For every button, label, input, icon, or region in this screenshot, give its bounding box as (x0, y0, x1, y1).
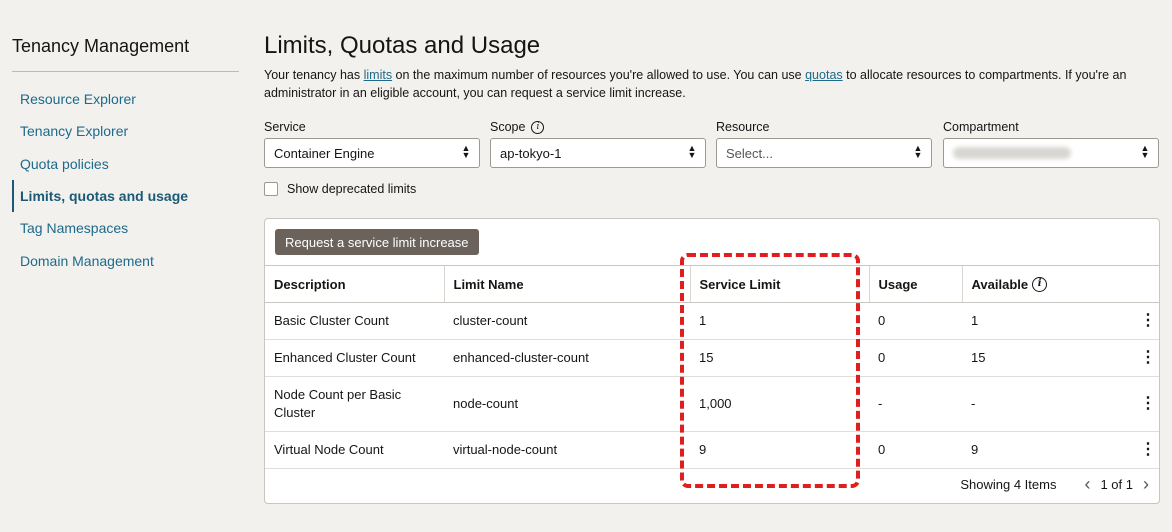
row-actions-kebab-icon[interactable]: ⋮ (1137, 339, 1159, 377)
col-header-usage[interactable]: Usage (868, 265, 962, 303)
request-limit-increase-button[interactable]: Request a service limit increase (275, 229, 479, 255)
sidebar: Tenancy Management Resource Explorer Ten… (0, 0, 240, 532)
show-deprecated-label: Show deprecated limits (287, 182, 417, 196)
compartment-field: Compartment ▲ ▼ (943, 118, 1159, 168)
page-indicator: 1 of 1 (1100, 476, 1133, 492)
previous-page-icon[interactable]: ‹ (1084, 475, 1090, 493)
sidebar-item-limits-quotas-usage[interactable]: Limits, quotas and usage (12, 180, 240, 212)
sidebar-item-domain-management[interactable]: Domain Management (12, 245, 240, 277)
next-page-icon[interactable]: › (1143, 475, 1149, 493)
service-select[interactable]: Container Engine ▲ ▼ (264, 138, 480, 168)
col-header-limit-name[interactable]: Limit Name (443, 265, 690, 303)
info-icon[interactable]: i (1032, 276, 1048, 292)
scope-label-text: Scope (490, 120, 526, 134)
service-limit-highlight-box (680, 253, 860, 488)
resource-select[interactable]: Select... ▲ ▼ (716, 138, 932, 168)
sidebar-item-quota-policies[interactable]: Quota policies (12, 148, 240, 180)
resource-label: Resource (716, 118, 932, 136)
scope-select[interactable]: ap-tokyo-1 ▲ ▼ (490, 138, 706, 168)
show-deprecated-checkbox[interactable] (264, 182, 278, 196)
chevron-updown-icon: ▲ ▼ (913, 143, 923, 160)
cell-usage: 0 (869, 339, 962, 377)
row-actions-kebab-icon[interactable]: ⋮ (1137, 431, 1159, 469)
available-header-content: Available i (972, 266, 1138, 302)
sidebar-title: Tenancy Management (12, 36, 190, 56)
quotas-link[interactable]: quotas (805, 68, 843, 82)
show-deprecated-option: Show deprecated limits (264, 182, 416, 196)
service-value: Container Engine (274, 145, 375, 161)
row-actions-kebab-icon[interactable]: ⋮ (1137, 302, 1159, 340)
compartment-select[interactable]: ▲ ▼ (943, 138, 1159, 168)
cell-description: Virtual Node Count (265, 431, 444, 469)
intro-part2: on the maximum number of resources you'r… (392, 68, 806, 82)
cell-description: Node Count per Basic Cluster (265, 376, 444, 432)
service-label: Service (264, 118, 480, 136)
cell-description: Basic Cluster Count (265, 302, 444, 340)
intro-part1: Your tenancy has (264, 68, 364, 82)
app-root: Tenancy Management Resource Explorer Ten… (0, 0, 1172, 532)
intro-text: Your tenancy has limits on the maximum n… (264, 66, 1164, 102)
limits-link[interactable]: limits (364, 68, 392, 82)
chevron-updown-icon: ▲ ▼ (461, 143, 471, 160)
chevron-updown-icon: ▲ ▼ (1140, 143, 1150, 160)
cell-description: Enhanced Cluster Count (265, 339, 444, 377)
cell-usage: 0 (869, 431, 962, 469)
resource-value: Select... (726, 145, 773, 161)
cell-available: 1 (962, 302, 1137, 340)
service-label-text: Service (264, 120, 306, 134)
resource-field: Resource Select... ▲ ▼ (716, 118, 932, 168)
scope-value: ap-tokyo-1 (500, 145, 562, 161)
cell-usage: - (869, 376, 962, 432)
service-field: Service Container Engine ▲ ▼ (264, 118, 480, 168)
cell-limit-name: cluster-count (444, 302, 690, 340)
info-icon[interactable]: i (531, 120, 545, 134)
item-count: Showing 4 Items (960, 476, 1057, 492)
table-footer: Showing 4 Items ‹ 1 of 1 › (960, 475, 1149, 493)
cell-available: 15 (962, 339, 1137, 377)
col-header-description[interactable]: Description (265, 265, 444, 303)
sidebar-divider (12, 71, 239, 72)
cell-limit-name: node-count (444, 376, 690, 432)
available-header-text: Available (971, 276, 1029, 292)
cell-available: - (962, 376, 1137, 432)
cell-usage: 0 (869, 302, 962, 340)
compartment-label: Compartment (943, 118, 1159, 136)
cell-available: 9 (962, 431, 1137, 469)
resource-label-text: Resource (716, 120, 770, 134)
page-title: Limits, Quotas and Usage (264, 32, 541, 59)
cell-limit-name: enhanced-cluster-count (444, 339, 690, 377)
scope-label: Scope i (490, 118, 706, 136)
chevron-updown-icon: ▲ ▼ (687, 143, 697, 160)
sidebar-item-tenancy-explorer[interactable]: Tenancy Explorer (12, 115, 240, 147)
scope-field: Scope i ap-tokyo-1 ▲ ▼ (490, 118, 706, 168)
col-header-available[interactable]: Available i (961, 265, 1138, 303)
sidebar-item-resource-explorer[interactable]: Resource Explorer (12, 83, 240, 115)
cell-limit-name: virtual-node-count (444, 431, 690, 469)
sidebar-item-tag-namespaces[interactable]: Tag Namespaces (12, 212, 240, 244)
redacted-compartment-value (953, 147, 1071, 159)
compartment-label-text: Compartment (943, 120, 1019, 134)
col-header-actions (1137, 265, 1159, 303)
row-actions-kebab-icon[interactable]: ⋮ (1137, 376, 1159, 432)
